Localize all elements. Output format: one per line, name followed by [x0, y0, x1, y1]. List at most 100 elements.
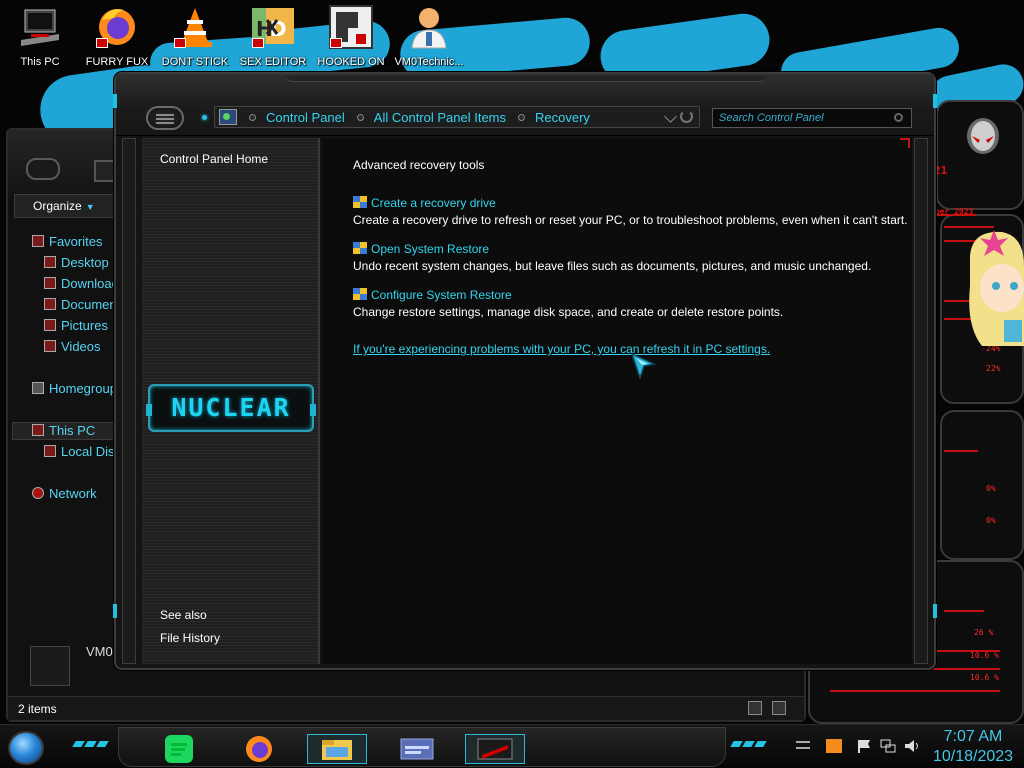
breadcrumb-separator-icon[interactable]: [356, 113, 364, 121]
hud-value: 10.6 %: [970, 673, 999, 682]
taskbar-app-control-panel[interactable]: [387, 734, 447, 764]
breadcrumb-recovery[interactable]: Recovery: [535, 110, 590, 125]
refresh-pc-settings-link[interactable]: If you're experiencing problems with you…: [353, 342, 770, 356]
search-input[interactable]: [712, 108, 912, 128]
control-panel-icon: [219, 109, 237, 125]
file-label[interactable]: VM0: [86, 644, 113, 659]
details-view-icon[interactable]: [748, 701, 762, 715]
nav-item-homegroup[interactable]: Homegroup: [32, 381, 116, 396]
firefox-icon: [94, 4, 140, 50]
videos-icon: [44, 340, 56, 352]
uac-shield-icon: [353, 242, 367, 255]
create-recovery-drive-link[interactable]: Create a recovery drive: [353, 196, 496, 210]
nav-item-label: Homegroup: [49, 381, 116, 396]
address-bar[interactable]: Control Panel All Control Panel Items Re…: [214, 106, 700, 128]
breadcrumb-all-items[interactable]: All Control Panel Items: [374, 110, 506, 125]
taskbar-app-firefox[interactable]: [229, 734, 289, 764]
flag-icon[interactable]: [856, 739, 872, 753]
nav-item-label: Downloads: [61, 276, 114, 291]
file-explorer-icon: [322, 740, 352, 760]
desktop-icon-label: VM0Technic...: [394, 56, 464, 68]
favorites-icon: [32, 235, 44, 247]
downloads-icon: [44, 277, 56, 289]
desktop-icon-furry-fux[interactable]: FURRY FUX: [77, 4, 157, 68]
taskbar-app-spotify[interactable]: [149, 734, 209, 764]
breadcrumb-control-panel[interactable]: Control Panel: [266, 110, 345, 125]
chevron-down-icon: ▼: [85, 202, 95, 212]
nuclear-theme-logo: NUCLEAR: [146, 384, 316, 432]
volume-icon[interactable]: [904, 739, 920, 753]
taskbar-dock: [118, 727, 726, 767]
task-description: Undo recent system changes, but leave fi…: [353, 259, 872, 273]
refresh-icon[interactable]: [680, 110, 693, 123]
network-icon[interactable]: [880, 739, 896, 753]
start-button[interactable]: [8, 731, 44, 765]
nav-item-local-disk[interactable]: Local Disk: [44, 444, 114, 459]
configure-system-restore-link[interactable]: Configure System Restore: [353, 288, 512, 302]
large-icons-view-icon[interactable]: [772, 701, 786, 715]
logo-text: NUCLEAR: [171, 393, 291, 422]
hud-panel: [940, 410, 1024, 560]
desktop-icon-label: DONT STICK: [161, 56, 229, 68]
control-panel-icon: [400, 738, 434, 760]
control-panel-home-link[interactable]: Control Panel Home: [160, 152, 268, 166]
clock-date[interactable]: 10/18/2023: [930, 748, 1016, 766]
control-panel-window[interactable]: Control Panel All Control Panel Items Re…: [113, 72, 937, 670]
nav-item-desktop[interactable]: Desktop: [44, 255, 109, 270]
clock-time[interactable]: 7:07 AM: [930, 728, 1016, 746]
desktop-icon-this-pc[interactable]: This PC: [0, 4, 80, 68]
chevron-down-icon[interactable]: [664, 110, 677, 123]
hud-value: 0%: [986, 516, 996, 525]
app-tray-icon[interactable]: [826, 739, 842, 753]
search-icon[interactable]: [894, 113, 903, 122]
task-link-label: Open System Restore: [371, 242, 490, 256]
file-history-link[interactable]: File History: [160, 631, 220, 645]
spotify-icon: [165, 735, 193, 763]
network-icon: [32, 487, 44, 499]
desktop-icon-label: FURRY FUX: [85, 56, 149, 68]
uac-shield-icon: [353, 288, 367, 301]
status-item-count: 2 items: [18, 702, 57, 716]
nav-item-favorites[interactable]: Favorites: [32, 234, 102, 249]
task-pane: Control Panel Home NUCLEAR See also File…: [142, 138, 320, 664]
desktop-icon-dont-stick[interactable]: DONT STICK: [155, 4, 235, 68]
game-icon: [328, 4, 374, 50]
desktop-icon-hooked-on[interactable]: HOOKED ON: [311, 4, 391, 68]
firefox-icon: [246, 736, 272, 762]
nav-item-downloads[interactable]: Downloads: [44, 276, 114, 291]
desktop-icon-sex-editor[interactable]: HD SEX EDITOR: [233, 4, 313, 68]
task-description: Change restore settings, manage disk spa…: [353, 305, 784, 319]
nav-item-label: Favorites: [49, 234, 103, 249]
back-forward-icon[interactable]: [26, 158, 60, 180]
hud-value: 10.6 %: [970, 651, 999, 660]
local-disk-icon: [44, 445, 56, 457]
breadcrumb-separator-icon[interactable]: [518, 113, 526, 121]
hud-value: 22%: [986, 364, 1001, 373]
taskbar-app-theme[interactable]: [465, 734, 525, 764]
status-bar: 2 items: [8, 696, 804, 720]
cartoon-character-icon: [962, 226, 1024, 352]
nav-item-label: Local Disk: [61, 444, 114, 459]
back-forward-button[interactable]: [146, 106, 184, 130]
nav-item-label: Documents: [61, 297, 114, 312]
open-system-restore-link[interactable]: Open System Restore: [353, 242, 489, 256]
desktop-icon-label: HOOKED ON: [317, 56, 385, 68]
nav-item-network[interactable]: Network: [32, 486, 97, 501]
alien-head-icon: [964, 116, 1002, 156]
window-frame-pillar: [122, 138, 136, 664]
documents-icon: [44, 298, 56, 310]
desktop-icon-vm0technic[interactable]: VM0Technic...: [389, 4, 469, 68]
show-hidden-icons-icon[interactable]: [796, 741, 810, 749]
organize-button[interactable]: Organize ▼: [14, 194, 118, 218]
organize-label: Organize: [33, 199, 82, 213]
breadcrumb-separator-icon: [249, 113, 256, 121]
hud-red-text: ober 2023: [930, 207, 974, 216]
nav-item-documents[interactable]: Documents: [44, 297, 114, 312]
nav-item-videos[interactable]: Videos: [44, 339, 101, 354]
file-thumbnail[interactable]: [30, 646, 70, 686]
taskbar-app-file-explorer[interactable]: [307, 734, 367, 764]
nav-item-pictures[interactable]: Pictures: [44, 318, 108, 333]
window-frame-pillar: [914, 138, 928, 664]
nav-item-this-pc[interactable]: This PC: [32, 423, 95, 438]
window-titlebar[interactable]: Control Panel All Control Panel Items Re…: [116, 74, 934, 136]
